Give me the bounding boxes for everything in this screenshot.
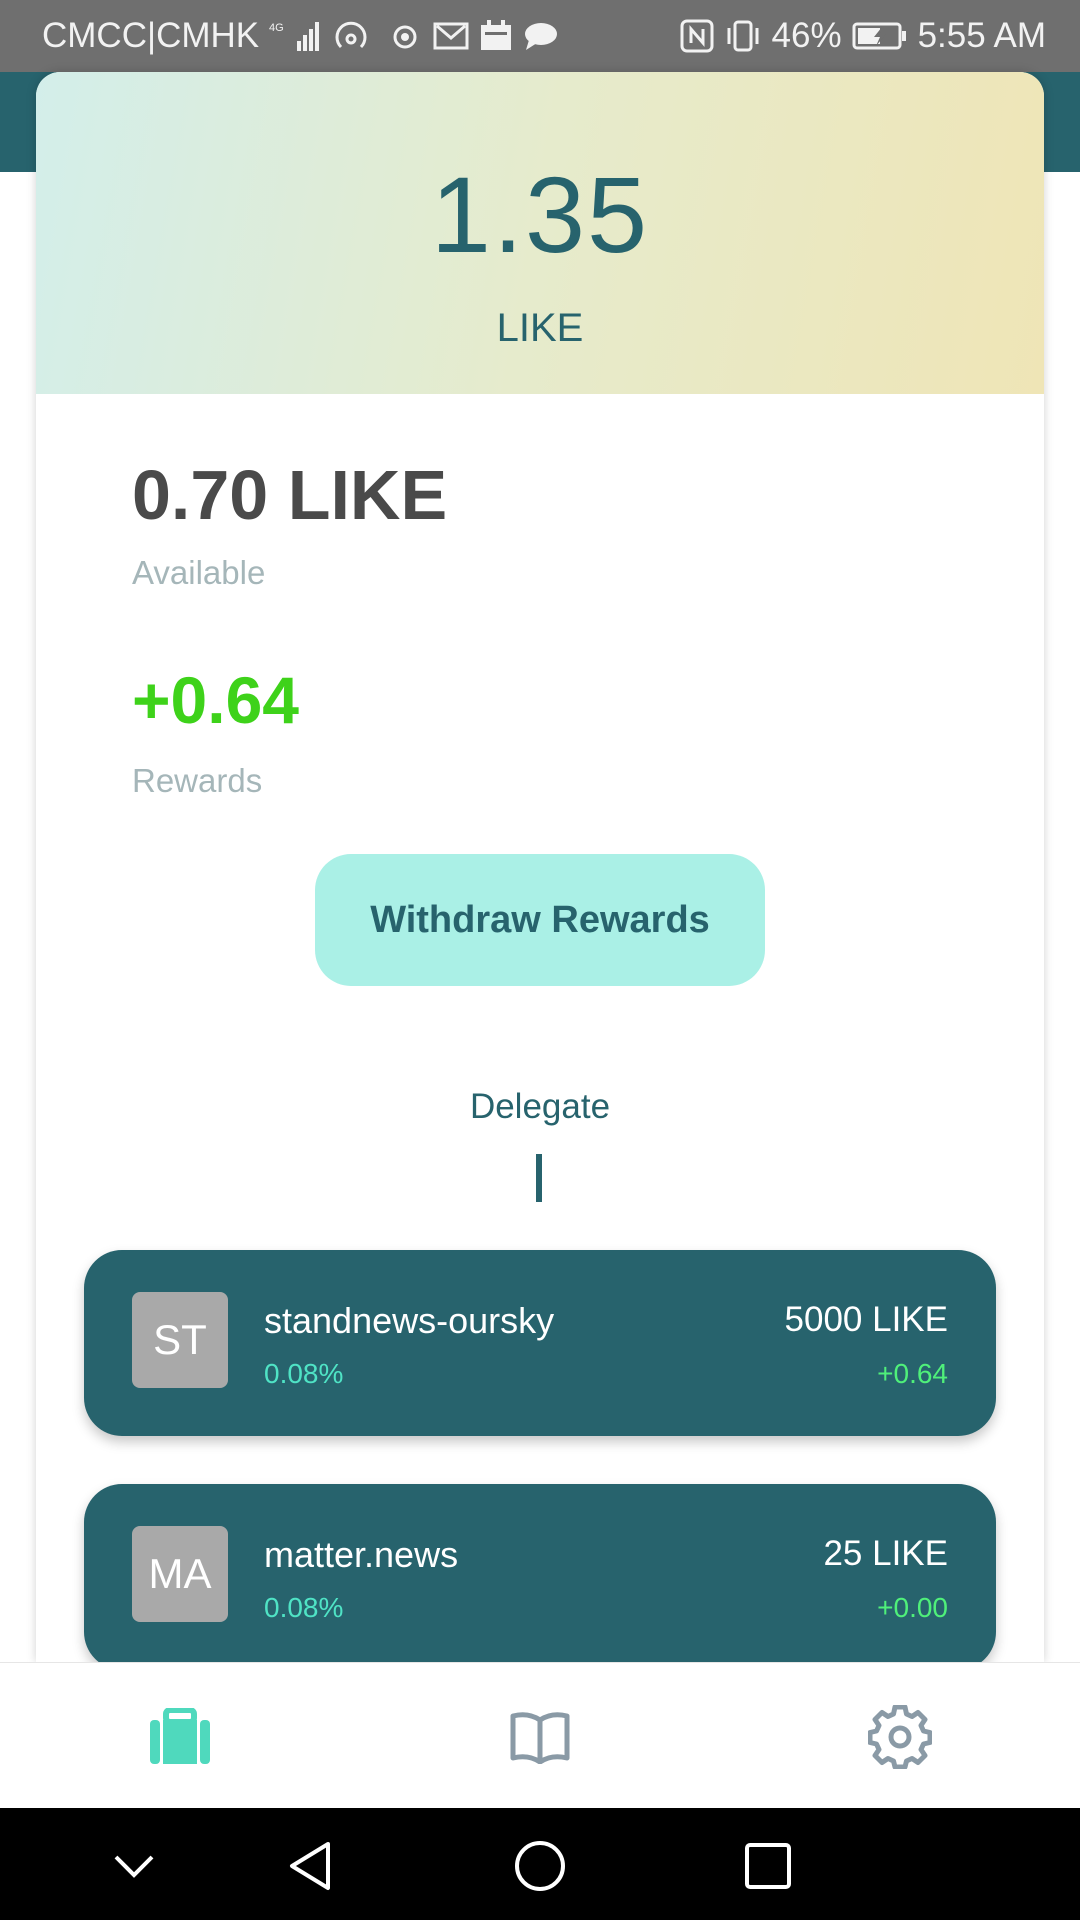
chevron-down-icon [114, 1855, 154, 1878]
battery-percent: 46% [771, 16, 842, 55]
delegate-rate: 0.08% [264, 1592, 344, 1623]
home-circle-icon [515, 1841, 565, 1891]
battery-charging-icon [852, 21, 908, 51]
tab-reader[interactable] [500, 1697, 580, 1777]
bottom-tab-bar [0, 1662, 1080, 1809]
available-amount: 0.70 LIKE [132, 456, 448, 534]
delegate-reward: +0.64 [877, 1358, 948, 1389]
gear-icon [868, 1705, 932, 1769]
status-left: CMCC|CMHK 4G [42, 16, 559, 56]
chat-icon [523, 20, 559, 52]
signal-icon: 4G [269, 19, 323, 53]
carrier-label: CMCC|CMHK [42, 16, 260, 55]
nfc-icon [680, 19, 714, 53]
delegate-rate: 0.08% [264, 1358, 344, 1389]
available-label: Available [132, 554, 266, 591]
withdraw-rewards-button[interactable]: Withdraw Rewards [315, 854, 765, 986]
delegate-amount: 5000 LIKE [784, 1300, 948, 1339]
nav-back-button[interactable] [280, 1836, 340, 1896]
delegate-name: matter.news [264, 1534, 459, 1575]
nav-hide-button[interactable] [104, 1836, 164, 1896]
briefcase-icon [150, 1708, 210, 1764]
back-triangle-icon [290, 1842, 330, 1890]
hotspot-icon [333, 19, 377, 53]
delegate-name: standnews-oursky [264, 1300, 555, 1341]
status-right: 46% 5:55 AM [680, 16, 1046, 56]
wallet-card: 1.35 LIKE 0.70 LIKE Available +0.64 Rewa… [36, 72, 1044, 1662]
mail-icon [433, 21, 469, 51]
delegate-section-title: Delegate [469, 1087, 611, 1126]
delegate-item-matter-news[interactable]: MA matter.news 0.08% 25 LIKE +0.00 [84, 1484, 996, 1662]
total-balance-unit: LIKE [496, 306, 584, 350]
clock: 5:55 AM [917, 16, 1046, 55]
vibrate-icon [724, 19, 762, 53]
section-divider [536, 1154, 542, 1202]
calendar-icon [479, 20, 513, 52]
rewards-label: Rewards [132, 762, 263, 799]
system-nav-bar [0, 1808, 1080, 1920]
rewards-amount: +0.64 [132, 663, 299, 737]
total-balance-value: 1.35 [430, 154, 650, 275]
avatar: ST [132, 1292, 228, 1388]
book-icon [510, 1712, 570, 1764]
tab-wallet[interactable] [140, 1697, 220, 1777]
delegate-reward: +0.00 [877, 1592, 948, 1623]
total-balance-panel: 1.35 LIKE [36, 72, 1044, 394]
avatar: MA [132, 1526, 228, 1622]
nav-recents-button[interactable] [738, 1836, 798, 1896]
nfc-signal-icon [387, 19, 423, 53]
delegate-item-standnews-oursky[interactable]: ST standnews-oursky 0.08% 5000 LIKE +0.6… [84, 1250, 996, 1436]
nav-home-button[interactable] [510, 1836, 570, 1896]
network-type-label: 4G [269, 22, 284, 34]
recents-square-icon [745, 1843, 791, 1889]
status-bar: CMCC|CMHK 4G 46% 5:55 AM [0, 0, 1080, 72]
delegate-amount: 25 LIKE [823, 1534, 948, 1573]
tab-settings[interactable] [860, 1697, 940, 1777]
